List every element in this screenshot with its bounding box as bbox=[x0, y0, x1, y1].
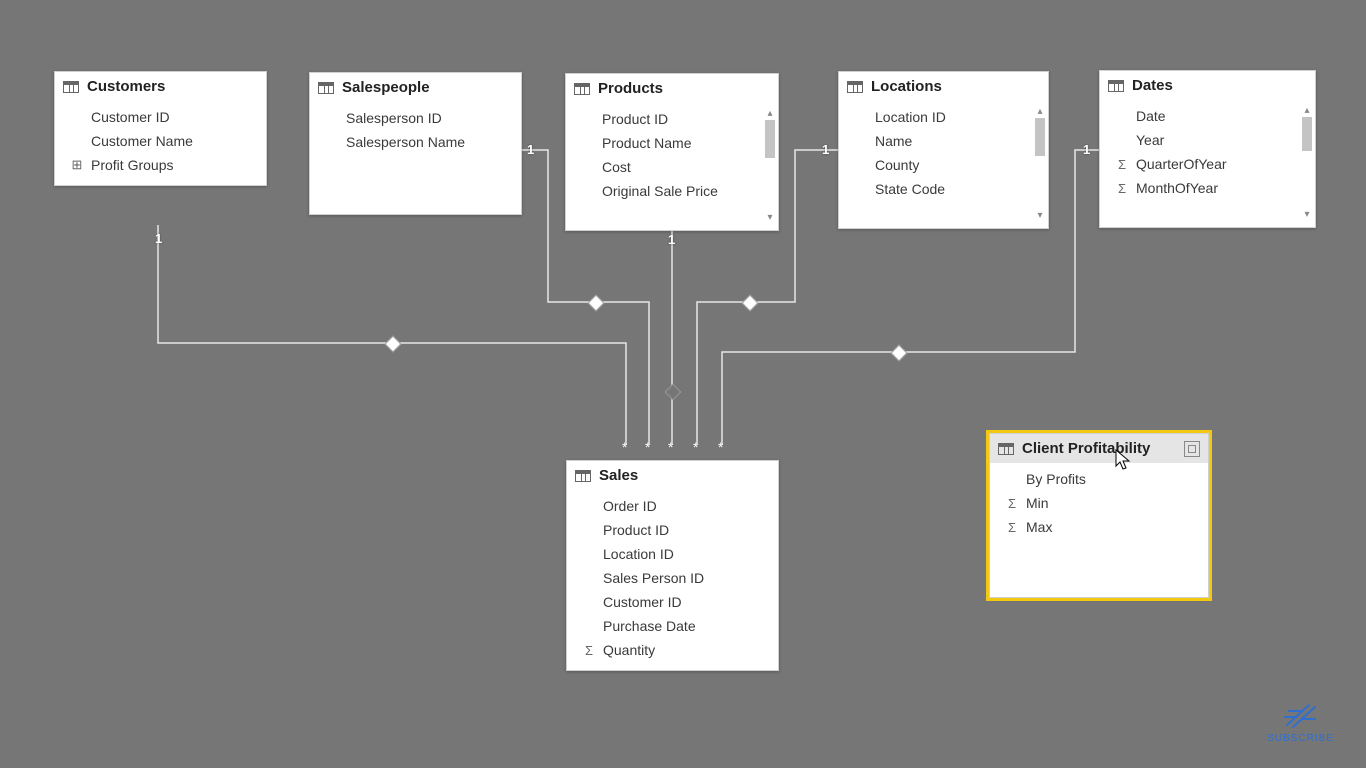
table-icon bbox=[847, 81, 863, 93]
field[interactable]: Name bbox=[839, 129, 1048, 153]
table-customers[interactable]: Customers Customer ID Customer Name ⊞Pro… bbox=[54, 71, 267, 186]
field[interactable]: Customer Name bbox=[55, 129, 266, 153]
filter-direction-icon bbox=[588, 295, 605, 312]
cardinality-dates: 1 bbox=[1083, 142, 1090, 157]
table-icon bbox=[998, 443, 1014, 455]
table-locations[interactable]: Locations Location ID Name County State … bbox=[838, 71, 1049, 229]
sigma-icon: Σ bbox=[581, 643, 597, 658]
cardinality-products: 1 bbox=[668, 232, 675, 247]
scroll-up-icon[interactable]: ▴ bbox=[767, 108, 772, 120]
field-list: Date Year ΣQuarterOfYear ΣMonthOfYear bbox=[1100, 100, 1315, 208]
field[interactable]: Year bbox=[1100, 128, 1315, 152]
field[interactable]: ΣQuarterOfYear bbox=[1100, 152, 1315, 176]
field[interactable]: ΣMonthOfYear bbox=[1100, 176, 1315, 200]
field[interactable]: ΣMax bbox=[990, 515, 1208, 539]
field[interactable]: Customer ID bbox=[567, 590, 778, 614]
cardinality-salespeople: 1 bbox=[527, 142, 534, 157]
filter-direction-icon bbox=[385, 336, 402, 353]
field-list: Salesperson ID Salesperson Name bbox=[310, 102, 521, 214]
cardinality-many: * bbox=[693, 440, 698, 454]
field-list: Location ID Name County State Code bbox=[839, 101, 1048, 209]
field[interactable]: ΣQuantity bbox=[567, 638, 778, 662]
table-salespeople[interactable]: Salespeople Salesperson ID Salesperson N… bbox=[309, 72, 522, 215]
filter-direction-icon bbox=[891, 345, 908, 362]
field[interactable]: Date bbox=[1100, 104, 1315, 128]
table-dates[interactable]: Dates Date Year ΣQuarterOfYear ΣMonthOfY… bbox=[1099, 70, 1316, 228]
field[interactable]: ⊞Profit Groups bbox=[55, 153, 266, 177]
table-header[interactable]: Sales bbox=[567, 461, 778, 490]
scroll-down-icon[interactable]: ▾ bbox=[1037, 210, 1042, 222]
table-title: Salespeople bbox=[342, 79, 430, 96]
scroll-down-icon[interactable]: ▾ bbox=[1304, 209, 1309, 221]
scroll-down-icon[interactable]: ▾ bbox=[767, 212, 772, 224]
table-icon bbox=[318, 82, 334, 94]
field-list: Order ID Product ID Location ID Sales Pe… bbox=[567, 490, 778, 670]
field[interactable]: Cost bbox=[566, 155, 778, 179]
cardinality-many: * bbox=[718, 440, 723, 454]
sigma-icon: Σ bbox=[1004, 520, 1020, 535]
table-header[interactable]: Dates bbox=[1100, 71, 1315, 100]
table-header[interactable]: Client Profitability bbox=[990, 434, 1208, 463]
hierarchy-icon: ⊞ bbox=[69, 157, 85, 173]
filter-direction-icon bbox=[742, 295, 759, 312]
field[interactable]: Salesperson ID bbox=[310, 106, 521, 130]
field[interactable]: County bbox=[839, 153, 1048, 177]
field[interactable]: State Code bbox=[839, 177, 1048, 201]
cardinality-many: * bbox=[668, 440, 673, 454]
cardinality-customers: 1 bbox=[155, 231, 162, 246]
table-header[interactable]: Salespeople bbox=[310, 73, 521, 102]
watermark-label: SUBSCRIBE bbox=[1267, 733, 1334, 744]
field-list: Customer ID Customer Name ⊞Profit Groups bbox=[55, 101, 266, 185]
expand-icon[interactable] bbox=[1184, 441, 1200, 457]
scroll-up-icon[interactable]: ▴ bbox=[1304, 105, 1309, 117]
field[interactable]: By Profits bbox=[990, 467, 1208, 491]
table-title: Products bbox=[598, 80, 663, 97]
field[interactable]: Salesperson Name bbox=[310, 130, 521, 154]
table-title: Customers bbox=[87, 78, 165, 95]
field-list: By Profits ΣMin ΣMax bbox=[990, 463, 1208, 547]
field[interactable]: Customer ID bbox=[55, 105, 266, 129]
table-icon bbox=[575, 470, 591, 482]
field[interactable]: Order ID bbox=[567, 494, 778, 518]
table-header[interactable]: Locations bbox=[839, 72, 1048, 101]
table-sales[interactable]: Sales Order ID Product ID Location ID Sa… bbox=[566, 460, 779, 671]
sigma-icon: Σ bbox=[1004, 496, 1020, 511]
table-title: Dates bbox=[1132, 77, 1173, 94]
field[interactable]: Product ID bbox=[567, 518, 778, 542]
field[interactable]: Product ID bbox=[566, 107, 778, 131]
field-list: Product ID Product Name Cost Original Sa… bbox=[566, 103, 778, 211]
table-title: Locations bbox=[871, 78, 942, 95]
field[interactable]: Purchase Date bbox=[567, 614, 778, 638]
table-title: Client Profitability bbox=[1022, 440, 1150, 457]
field[interactable]: Product Name bbox=[566, 131, 778, 155]
scroll-up-icon[interactable]: ▴ bbox=[1037, 106, 1042, 118]
table-title: Sales bbox=[599, 467, 638, 484]
cardinality-many: * bbox=[622, 440, 627, 454]
subscribe-watermark: SUBSCRIBE bbox=[1267, 699, 1334, 744]
scrollbar[interactable]: ▴ ▾ bbox=[1034, 106, 1046, 222]
table-header[interactable]: Products bbox=[566, 74, 778, 103]
table-header[interactable]: Customers bbox=[55, 72, 266, 101]
field[interactable]: Location ID bbox=[567, 542, 778, 566]
sigma-icon: Σ bbox=[1114, 157, 1130, 172]
table-icon bbox=[1108, 80, 1124, 92]
scrollbar[interactable]: ▴ ▾ bbox=[764, 108, 776, 224]
field[interactable]: Original Sale Price bbox=[566, 179, 778, 203]
table-products[interactable]: Products Product ID Product Name Cost Or… bbox=[565, 73, 779, 231]
table-icon bbox=[574, 83, 590, 95]
filter-direction-icon bbox=[665, 384, 682, 401]
field[interactable]: Sales Person ID bbox=[567, 566, 778, 590]
table-icon bbox=[63, 81, 79, 93]
scrollbar[interactable]: ▴ ▾ bbox=[1301, 105, 1313, 221]
sigma-icon: Σ bbox=[1114, 181, 1130, 196]
field[interactable]: Location ID bbox=[839, 105, 1048, 129]
cardinality-locations: 1 bbox=[822, 142, 829, 157]
table-client-profitability[interactable]: Client Profitability By Profits ΣMin ΣMa… bbox=[989, 433, 1209, 598]
cardinality-many: * bbox=[645, 440, 650, 454]
field[interactable]: ΣMin bbox=[990, 491, 1208, 515]
